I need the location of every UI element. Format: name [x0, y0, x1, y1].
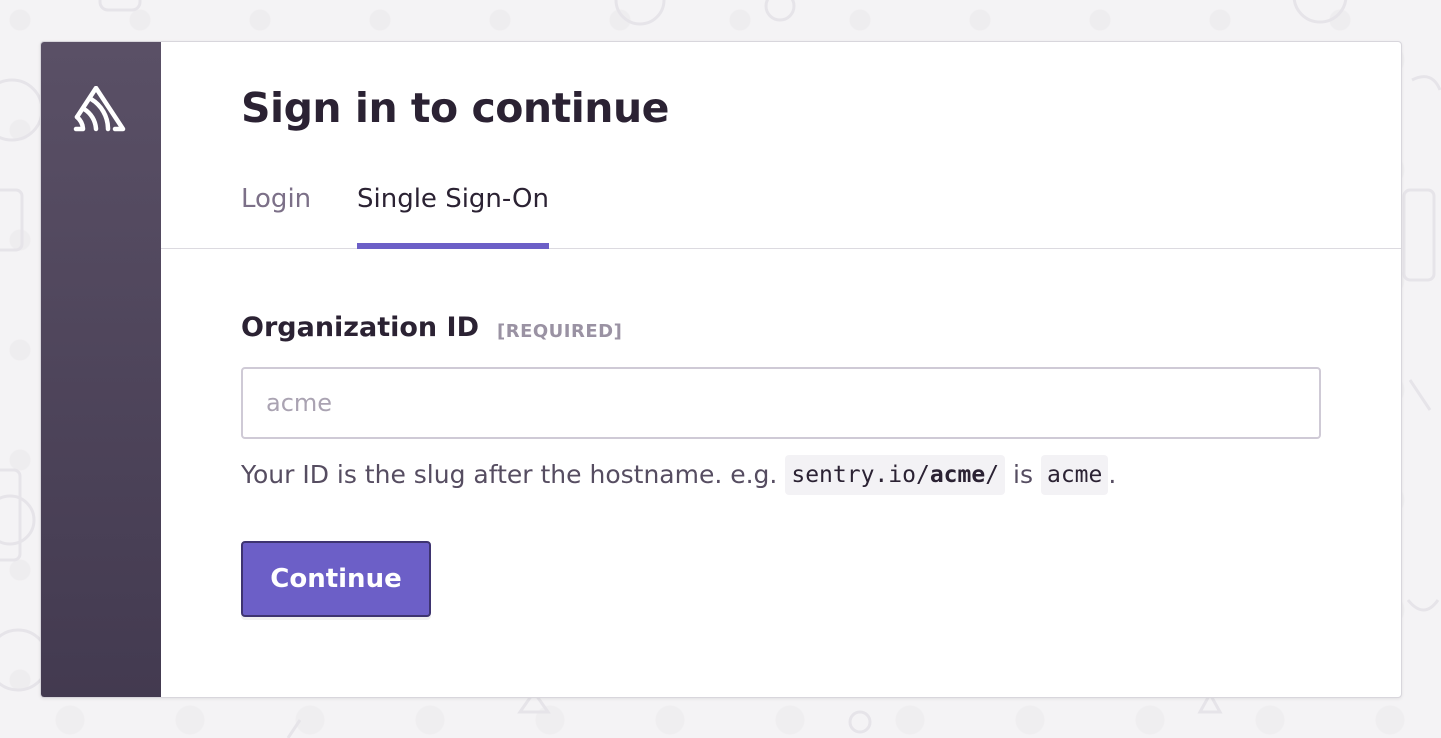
auth-tabs: Login Single Sign-On — [161, 174, 1401, 249]
example-slug: acme — [1040, 455, 1109, 495]
page-title: Sign in to continue — [241, 84, 669, 132]
organization-id-help-text: Your ID is the slug after the hostname. … — [241, 455, 1116, 495]
help-suffix: . — [1108, 460, 1117, 489]
organization-id-label: Organization ID — [241, 312, 480, 343]
help-prefix: Your ID is the slug after the hostname. … — [241, 460, 778, 489]
example-url: sentry.io/acme/ — [785, 455, 1006, 495]
continue-button[interactable]: Continue — [241, 541, 431, 617]
sentry-logo-icon — [73, 86, 126, 132]
example-url-trailing: / — [985, 462, 1000, 488]
help-middle: is — [1013, 460, 1034, 489]
organization-id-input[interactable] — [241, 367, 1321, 439]
example-url-slug: acme — [929, 462, 986, 488]
main-panel: Sign in to continue Login Single Sign-On… — [161, 42, 1401, 697]
tab-login[interactable]: Login — [241, 174, 311, 248]
sidebar — [41, 42, 161, 697]
tab-single-sign-on[interactable]: Single Sign-On — [357, 174, 549, 249]
required-badge: [REQUIRED] — [497, 321, 623, 342]
example-url-host: sentry.io/ — [791, 462, 930, 488]
sign-in-card: Sign in to continue Login Single Sign-On… — [40, 41, 1402, 698]
